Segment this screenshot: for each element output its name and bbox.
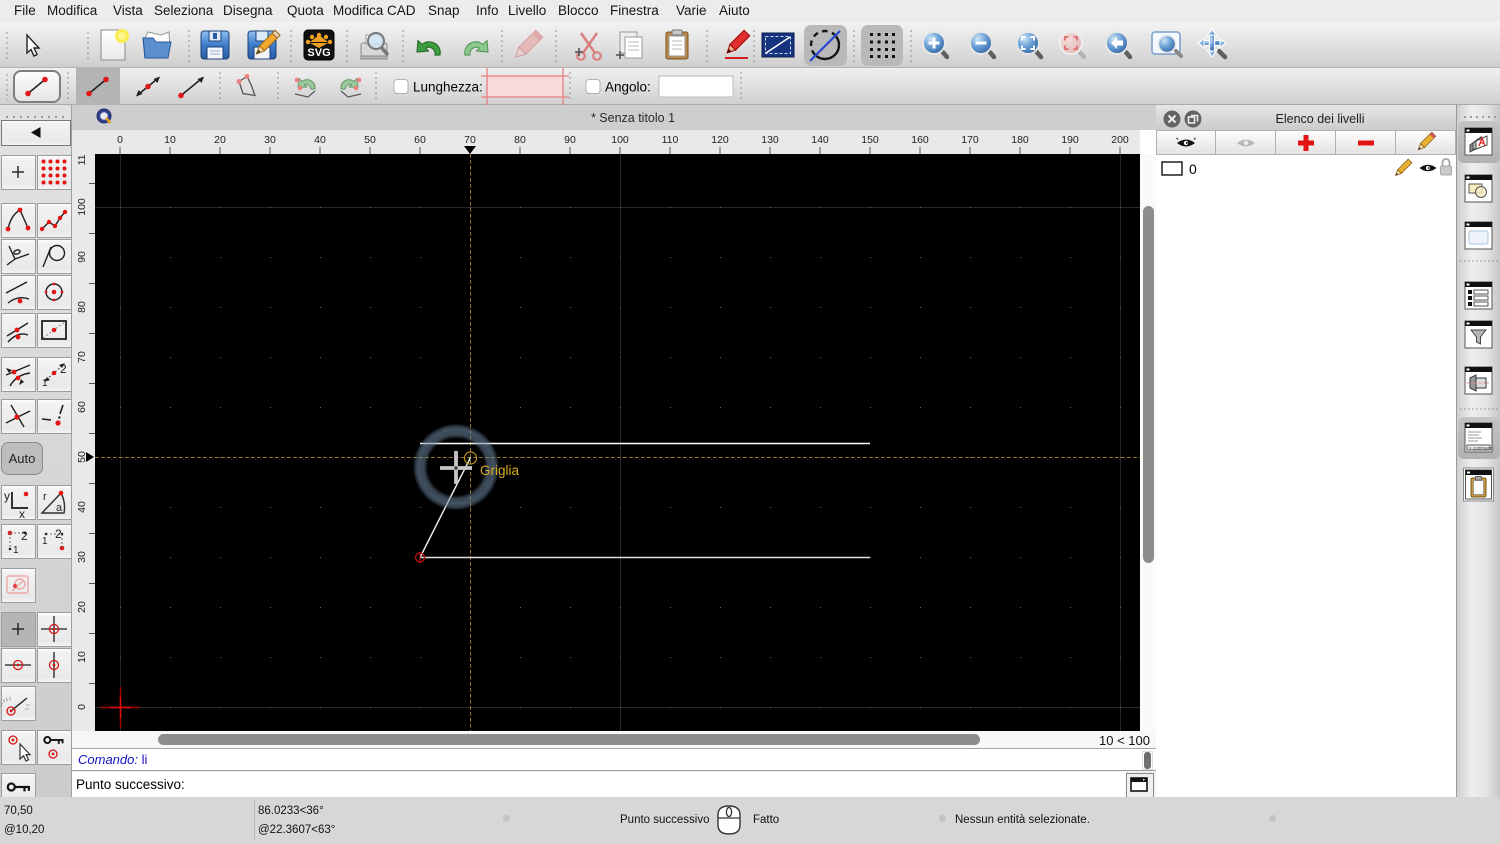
svg-text:10: 10	[76, 651, 88, 663]
svg-text:a: a	[56, 502, 63, 514]
svg-text:30: 30	[264, 134, 276, 146]
svg-text:10: 10	[164, 134, 176, 146]
svg-text:SVG: SVG	[307, 47, 330, 59]
svg-text:x: x	[19, 507, 25, 521]
svg-text:120: 120	[711, 134, 729, 146]
svg-text:Auto: Auto	[9, 451, 36, 466]
svg-text:r: r	[43, 491, 47, 503]
svg-text:60: 60	[414, 134, 426, 146]
svg-text:2: 2	[21, 529, 28, 543]
svg-text:1: 1	[42, 536, 48, 547]
svg-text:100: 100	[611, 134, 629, 146]
svg-text:90: 90	[76, 251, 88, 263]
svg-text:140: 140	[811, 134, 829, 146]
svg-text:100: 100	[76, 198, 88, 216]
svg-text:0: 0	[1189, 161, 1197, 177]
svg-text:150: 150	[861, 134, 879, 146]
svg-text:30: 30	[76, 551, 88, 563]
svg-text:200: 200	[1111, 134, 1129, 146]
svg-text:y: y	[4, 489, 10, 503]
svg-text:180: 180	[1011, 134, 1029, 146]
svg-text:40: 40	[314, 134, 326, 146]
svg-text:40: 40	[76, 501, 88, 513]
svg-text:80: 80	[76, 301, 88, 313]
svg-text:110: 110	[662, 134, 679, 146]
svg-text:60: 60	[76, 401, 88, 413]
svg-text:Lunghezza:: Lunghezza:	[413, 80, 483, 95]
svg-text:160: 160	[911, 134, 929, 146]
svg-text:130: 130	[761, 134, 779, 146]
svg-text:70: 70	[76, 351, 88, 363]
svg-text:Angolo:: Angolo:	[605, 80, 651, 95]
svg-text:2: 2	[55, 527, 62, 541]
svg-text:170: 170	[961, 134, 979, 146]
svg-text:Elenco dei livelli: Elenco dei livelli	[1276, 112, 1365, 126]
svg-text:0: 0	[117, 134, 123, 146]
svg-text:70: 70	[464, 134, 476, 146]
svg-text:80: 80	[514, 134, 526, 146]
svg-text:1: 1	[13, 545, 19, 556]
svg-text:90: 90	[564, 134, 576, 146]
svg-text:< command: < command	[1469, 446, 1493, 451]
svg-text:0: 0	[76, 704, 88, 710]
svg-text:Griglia: Griglia	[480, 463, 520, 478]
svg-text:20: 20	[76, 601, 88, 613]
svg-text:50: 50	[364, 134, 376, 146]
svg-text:190: 190	[1061, 134, 1079, 146]
svg-text:20: 20	[214, 134, 226, 146]
